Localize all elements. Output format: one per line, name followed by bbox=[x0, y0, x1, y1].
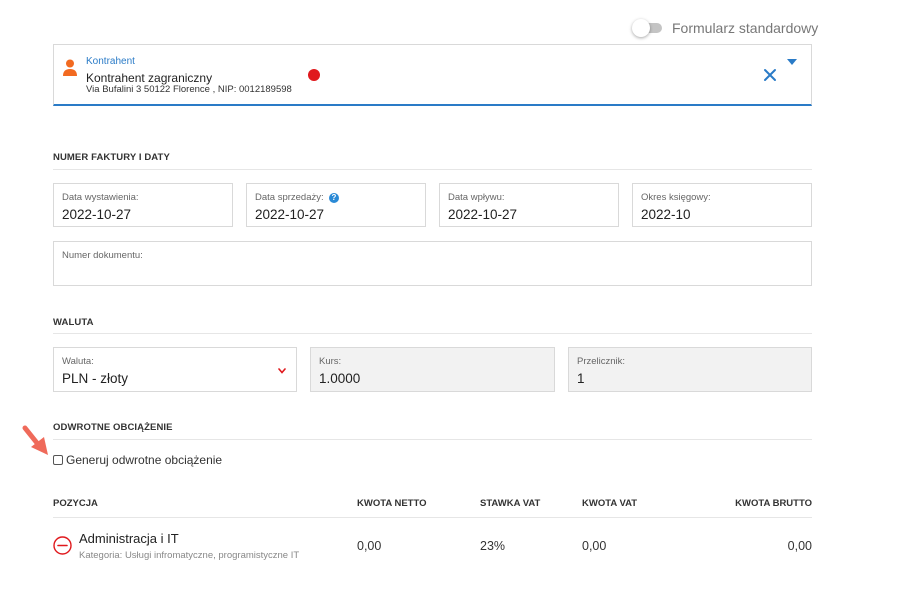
remove-row-icon[interactable] bbox=[53, 536, 72, 555]
contractor-name: Kontrahent zagraniczny bbox=[86, 71, 213, 85]
exchange-rate-field: Kurs: 1.0000 bbox=[310, 347, 555, 392]
currency-label: Waluta: bbox=[62, 356, 94, 367]
exchange-rate-value: 1.0000 bbox=[319, 371, 361, 386]
sale-date-field[interactable]: Data sprzedaży: ? 2022-10-27 bbox=[246, 183, 426, 227]
sale-date-value: 2022-10-27 bbox=[255, 207, 325, 222]
sale-date-label: Data sprzedaży: bbox=[255, 192, 324, 203]
currency-section-title: WALUTA bbox=[53, 317, 94, 328]
table-header-divider bbox=[53, 517, 812, 518]
item-name[interactable]: Administracja i IT bbox=[79, 531, 179, 546]
issue-date-value: 2022-10-27 bbox=[62, 207, 132, 222]
contractor-address: Via Bufalini 3 50122 Florence , NIP: 001… bbox=[86, 84, 292, 95]
item-vat-amount: 0,00 bbox=[582, 539, 607, 553]
exchange-rate-label: Kurs: bbox=[319, 356, 342, 367]
accounting-period-value: 2022-10 bbox=[641, 207, 691, 222]
item-net-amount[interactable]: 0,00 bbox=[357, 539, 381, 553]
standard-form-toggle-row: Formularz standardowy bbox=[632, 19, 818, 37]
contractor-field[interactable]: Kontrahent Kontrahent zagraniczny Via Bu… bbox=[53, 44, 812, 106]
column-header-position: POZYCJA bbox=[53, 498, 98, 509]
multiplier-value: 1 bbox=[577, 371, 585, 386]
receipt-date-field[interactable]: Data wpływu: 2022-10-27 bbox=[439, 183, 619, 227]
reverse-charge-checkbox[interactable] bbox=[53, 455, 63, 465]
annotation-arrow-icon bbox=[22, 425, 48, 455]
currency-select[interactable]: Waluta: PLN - złoty bbox=[53, 347, 297, 392]
issue-date-label: Data wystawienia: bbox=[62, 192, 139, 203]
status-dot bbox=[308, 69, 320, 81]
chevron-down-icon bbox=[278, 368, 286, 374]
accounting-period-field[interactable]: Okres księgowy: 2022-10 bbox=[632, 183, 812, 227]
reverse-charge-row: Generuj odwrotne obciążenie bbox=[53, 453, 222, 467]
reverse-charge-divider bbox=[53, 439, 812, 440]
invoice-section-divider bbox=[53, 169, 812, 170]
document-number-field[interactable]: Numer dokumentu: bbox=[53, 241, 812, 286]
contractor-label: Kontrahent bbox=[86, 56, 135, 67]
reverse-charge-label[interactable]: Generuj odwrotne obciążenie bbox=[66, 453, 222, 467]
receipt-date-label: Data wpływu: bbox=[448, 192, 505, 203]
item-vat-rate[interactable]: 23% bbox=[480, 539, 505, 553]
currency-section-divider bbox=[53, 333, 812, 334]
toggle-knob bbox=[632, 19, 650, 37]
document-number-label: Numer dokumentu: bbox=[62, 250, 143, 261]
multiplier-label: Przelicznik: bbox=[577, 356, 626, 367]
standard-form-toggle[interactable] bbox=[632, 19, 664, 37]
issue-date-field[interactable]: Data wystawienia: 2022-10-27 bbox=[53, 183, 233, 227]
help-icon[interactable]: ? bbox=[329, 193, 339, 203]
column-header-vat: KWOTA VAT bbox=[582, 498, 638, 509]
receipt-date-value: 2022-10-27 bbox=[448, 207, 518, 222]
person-icon bbox=[63, 59, 77, 76]
standard-form-label: Formularz standardowy bbox=[672, 20, 819, 36]
contractor-dropdown-icon[interactable] bbox=[787, 59, 797, 65]
reverse-charge-section-title: ODWROTNE OBCIĄŻENIE bbox=[53, 422, 173, 433]
column-header-gross: KWOTA BRUTTO bbox=[735, 498, 812, 509]
column-header-net: KWOTA NETTO bbox=[357, 498, 427, 509]
clear-contractor-icon[interactable] bbox=[762, 67, 778, 83]
invoice-section-title: NUMER FAKTURY I DATY bbox=[53, 152, 170, 163]
column-header-vat-rate: STAWKA VAT bbox=[480, 498, 541, 509]
item-gross-amount[interactable]: 0,00 bbox=[788, 539, 812, 553]
currency-value: PLN - złoty bbox=[62, 371, 129, 386]
multiplier-field: Przelicznik: 1 bbox=[568, 347, 812, 392]
item-category: Kategoria: Usługi infromatyczne, program… bbox=[79, 550, 300, 561]
accounting-period-label: Okres księgowy: bbox=[641, 192, 711, 203]
